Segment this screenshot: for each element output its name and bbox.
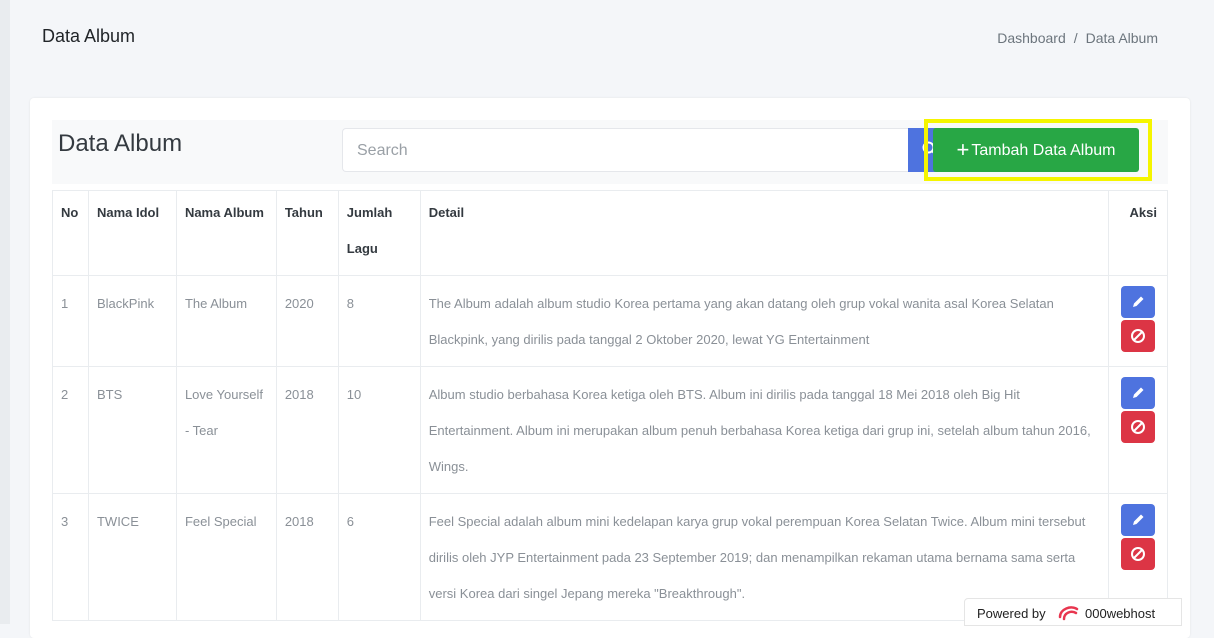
ban-icon: [1131, 547, 1145, 561]
cell-aksi: [1108, 366, 1168, 494]
cell-jumlah: 8: [337, 275, 421, 367]
cell-album: Love Yourself - Tear: [175, 366, 277, 494]
breadcrumb-current: Data Album: [1085, 30, 1158, 46]
table-row: 1 BlackPink The Album 2020 8 The Album a…: [52, 275, 1168, 367]
cell-album: Feel Special: [175, 493, 277, 621]
album-table: No Nama Idol Nama Album Tahun Jumlah Lag…: [52, 190, 1168, 621]
webhost-logo-icon: [1058, 606, 1079, 621]
cell-tahun: 2018: [275, 493, 339, 621]
breadcrumb-separator: /: [1073, 30, 1078, 46]
cell-idol: BTS: [87, 366, 177, 494]
header-no: No: [52, 190, 89, 276]
cell-jumlah: 10: [337, 366, 421, 494]
delete-button[interactable]: [1121, 320, 1155, 352]
cell-aksi: [1108, 275, 1168, 367]
ban-icon: [1131, 420, 1145, 434]
cell-detail: Album studio berbahasa Korea ketiga oleh…: [419, 366, 1110, 494]
ban-icon: [1131, 329, 1145, 343]
header-detail: Detail: [419, 190, 1110, 276]
breadcrumb: Dashboard / Data Album: [997, 30, 1158, 46]
edit-button[interactable]: [1121, 504, 1155, 536]
pencil-icon: [1133, 387, 1144, 398]
powered-by-badge[interactable]: Powered by 000webhost: [964, 598, 1182, 626]
cell-idol: TWICE: [87, 493, 177, 621]
header-aksi: Aksi: [1108, 190, 1168, 276]
edit-button[interactable]: [1121, 377, 1155, 409]
header-nama-album: Nama Album: [175, 190, 277, 276]
cell-no: 1: [52, 275, 89, 367]
edit-button[interactable]: [1121, 286, 1155, 318]
search-input[interactable]: [355, 141, 899, 161]
table-row: 2 BTS Love Yourself - Tear 2018 10 Album…: [52, 366, 1168, 494]
breadcrumb-dashboard-link[interactable]: Dashboard: [997, 30, 1066, 46]
cell-idol: BlackPink: [87, 275, 177, 367]
card-title: Data Album: [58, 130, 183, 157]
cell-jumlah: 6: [337, 493, 421, 621]
powered-by-text: Powered by: [977, 606, 1046, 621]
add-album-button[interactable]: + Tambah Data Album: [933, 128, 1139, 172]
header-nama-idol: Nama Idol: [87, 190, 177, 276]
add-album-label: Tambah Data Album: [971, 142, 1116, 159]
cell-no: 2: [52, 366, 89, 494]
cell-tahun: 2020: [275, 275, 339, 367]
delete-button[interactable]: [1121, 538, 1155, 570]
powered-by-brand: 000webhost: [1085, 606, 1156, 621]
table-header-row: No Nama Idol Nama Album Tahun Jumlah Lag…: [52, 190, 1168, 276]
content-header: Data Album Dashboard / Data Album: [10, 0, 1214, 96]
cell-detail: The Album adalah album studio Korea pert…: [419, 275, 1110, 367]
delete-button[interactable]: [1121, 411, 1155, 443]
page-title: Data Album: [42, 26, 136, 46]
cell-no: 3: [52, 493, 89, 621]
header-tahun: Tahun: [275, 190, 339, 276]
pencil-icon: [1133, 514, 1144, 525]
album-card: Data Album +Tambah Data Album No Nama Id…: [30, 98, 1190, 638]
cell-album: The Album: [175, 275, 277, 367]
sidebar-edge: [0, 0, 10, 624]
search-box: [342, 128, 908, 172]
pencil-icon: [1133, 296, 1144, 307]
header-jumlah-lagu: Jumlah Lagu: [337, 190, 421, 276]
cell-tahun: 2018: [275, 366, 339, 494]
plus-icon: +: [956, 137, 970, 162]
